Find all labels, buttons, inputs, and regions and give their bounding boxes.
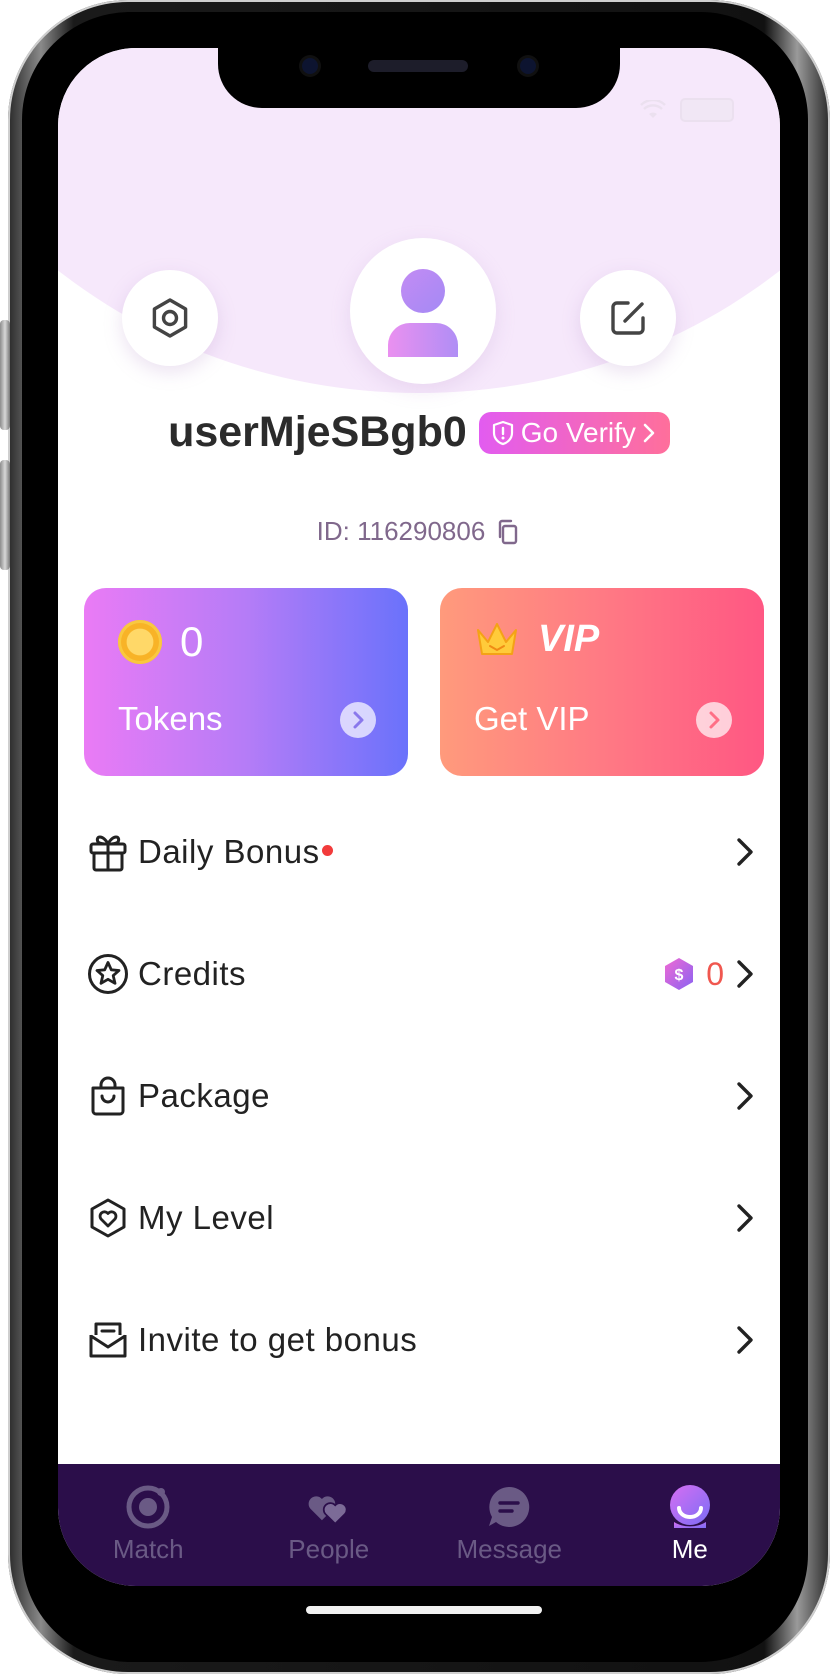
coin-icon <box>118 620 162 664</box>
svg-text:$: $ <box>675 967 684 984</box>
username-row: userMjeSBgb0 Go Verify <box>58 408 780 457</box>
tab-label: People <box>288 1534 370 1564</box>
menu-item-right <box>734 1056 756 1136</box>
chevron-right-icon <box>737 838 753 866</box>
chevron-right-icon <box>709 711 720 729</box>
go-verify-button[interactable]: Go Verify <box>478 411 670 454</box>
people-icon <box>306 1484 352 1530</box>
tokens-value: 0 <box>180 618 204 665</box>
menu-item-right <box>734 1300 756 1380</box>
tab-people[interactable]: People <box>239 1464 420 1584</box>
tokens-balance: 0 <box>118 618 203 666</box>
get-vip-label: Get VIP <box>474 700 590 737</box>
tab-message[interactable]: Message <box>419 1464 600 1584</box>
bag-icon <box>86 1074 130 1118</box>
credits-value: 0 <box>706 955 724 992</box>
edit-profile-button[interactable] <box>580 270 676 366</box>
menu-item-right: $ 0 <box>662 934 756 1014</box>
gift-icon <box>86 830 130 874</box>
tab-me[interactable]: Me <box>600 1464 781 1584</box>
user-avatar-icon <box>388 269 458 357</box>
app-screen: userMjeSBgb0 Go Verify ID: 116290806 0 T… <box>58 48 780 1586</box>
vip-card[interactable]: VIP Get VIP <box>440 588 764 776</box>
menu-item-invite[interactable]: Invite to get bonus <box>86 1300 756 1380</box>
menu-item-daily-bonus[interactable]: Daily Bonus <box>86 812 756 892</box>
home-indicator[interactable] <box>306 1606 542 1614</box>
crown-icon <box>477 622 517 655</box>
tab-label: Me <box>671 1534 708 1564</box>
mail-icon <box>86 1318 130 1362</box>
menu-item-right <box>734 1178 756 1258</box>
tab-match[interactable]: Match <box>58 1464 239 1584</box>
phone-side-button <box>0 320 10 430</box>
edit-icon <box>611 301 645 335</box>
menu-item-package[interactable]: Package <box>86 1056 756 1136</box>
shield-heart-icon <box>86 1196 130 1240</box>
vip-title: VIP <box>538 618 600 660</box>
chevron-right-icon <box>737 960 753 988</box>
username: userMjeSBgb0 <box>168 408 467 456</box>
user-id: ID: 116290806 <box>316 516 486 546</box>
match-icon <box>125 1484 171 1530</box>
tab-label: Match <box>112 1534 184 1564</box>
copy-icon[interactable] <box>495 518 521 546</box>
hexagon-settings-icon <box>152 298 188 338</box>
wifi-icon <box>640 100 666 118</box>
go-verify-label: Go Verify <box>520 416 636 448</box>
avatar[interactable] <box>350 238 496 384</box>
tokens-label: Tokens <box>118 700 223 737</box>
settings-button[interactable] <box>122 270 218 366</box>
menu-item-label: Daily Bonus <box>138 833 320 870</box>
bottom-tab-bar: Match People Message Me <box>58 1464 780 1586</box>
message-icon <box>486 1484 532 1530</box>
vip-badge: VIP <box>474 618 599 661</box>
menu-item-label: My Level <box>138 1199 275 1236</box>
me-icon <box>667 1484 713 1530</box>
menu-item-label: Package <box>138 1077 270 1114</box>
chevron-right-icon <box>353 711 364 729</box>
battery-icon <box>680 98 734 122</box>
credit-coin-icon: $ <box>665 958 694 990</box>
tab-label: Message <box>456 1534 563 1564</box>
chevron-right-icon <box>737 1082 753 1110</box>
phone-notch <box>218 48 620 108</box>
menu-item-label: Credits <box>138 955 247 992</box>
chevron-right-icon <box>737 1204 753 1232</box>
speaker-grille <box>368 60 468 72</box>
chevron-right-icon <box>643 423 655 442</box>
notification-dot <box>321 844 333 856</box>
menu-item-credits[interactable]: Credits $ 0 <box>86 934 756 1014</box>
menu-item-right <box>734 812 756 892</box>
chevron-right-icon <box>737 1326 753 1354</box>
front-camera <box>302 58 318 74</box>
tokens-arrow-button[interactable] <box>340 702 376 738</box>
phone-side-button <box>0 460 10 570</box>
star-icon <box>86 952 130 996</box>
shield-alert-icon <box>492 420 513 445</box>
vip-arrow-button[interactable] <box>696 702 732 738</box>
tokens-card[interactable]: 0 Tokens <box>84 588 408 776</box>
status-bar <box>640 98 734 122</box>
front-sensor <box>520 58 536 74</box>
user-id-row: ID: 116290806 <box>58 516 780 547</box>
menu-item-label: Invite to get bonus <box>138 1321 418 1358</box>
menu-item-my-level[interactable]: My Level <box>86 1178 756 1258</box>
